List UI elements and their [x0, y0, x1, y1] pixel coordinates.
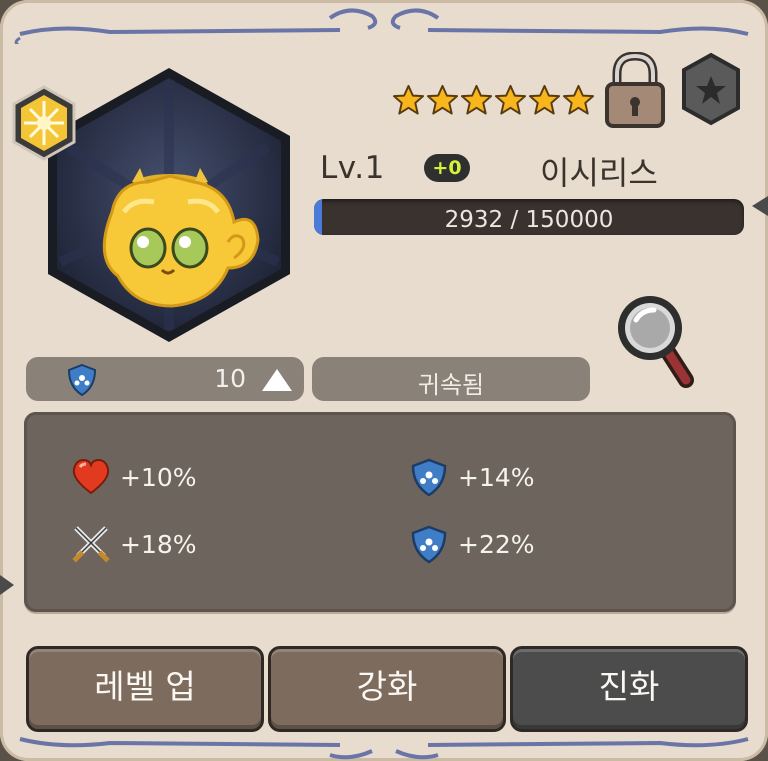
crossed-swords-icon [72, 526, 110, 563]
shield-icon [411, 525, 447, 564]
pet-name: 이시리스 [540, 154, 658, 192]
shield-count: 10 [214, 364, 246, 393]
enhance-button[interactable]: 강화 [268, 646, 506, 732]
shield-icon [411, 458, 447, 497]
level-up-button[interactable]: 레벨 업 [26, 646, 264, 732]
star-rating [392, 84, 595, 117]
bonus-item: +10% [70, 457, 197, 497]
bottom-ornament [19, 737, 749, 760]
bound-status-bar: 귀속됨 [312, 357, 590, 401]
heart-icon [72, 458, 110, 495]
magnifier-icon[interactable] [612, 290, 698, 390]
star-icon [460, 84, 493, 115]
bonus-value: +18% [120, 529, 197, 559]
bonus-stats-panel: +10% +14% +18% +22% [24, 412, 736, 612]
favorite-star-icon[interactable] [680, 52, 742, 126]
bonus-value: +14% [458, 462, 535, 492]
shield-count-bar[interactable]: 10 [26, 357, 304, 401]
bonus-value: +22% [458, 529, 535, 559]
next-arrow[interactable] [752, 196, 768, 216]
evolve-button[interactable]: 진화 [510, 646, 748, 732]
star-icon [392, 84, 425, 115]
star-icon [528, 84, 561, 115]
enhance-level-badge: +0 [424, 154, 470, 182]
lock-icon[interactable] [603, 52, 667, 130]
bonus-value: +10% [120, 462, 197, 492]
bound-label: 귀속됨 [417, 371, 485, 399]
shield-icon [67, 363, 97, 397]
bonus-item: +22% [408, 524, 535, 564]
prev-arrow[interactable] [0, 575, 14, 595]
star-icon [562, 84, 595, 115]
top-ornament [14, 8, 749, 44]
star-icon [426, 84, 459, 115]
level-label: Lv.1 [320, 150, 385, 186]
star-icon [494, 84, 527, 115]
bonus-item: +18% [70, 524, 197, 564]
pet-info-panel: Lv.1 +0 이시리스 2932 / 150000 10 귀속됨 +10% +… [0, 0, 768, 761]
up-arrow-icon[interactable] [262, 369, 292, 391]
exp-bar: 2932 / 150000 [314, 199, 744, 235]
exp-text: 2932 / 150000 [444, 207, 614, 233]
bonus-item: +14% [408, 457, 535, 497]
sun-burst-icon [12, 85, 76, 161]
